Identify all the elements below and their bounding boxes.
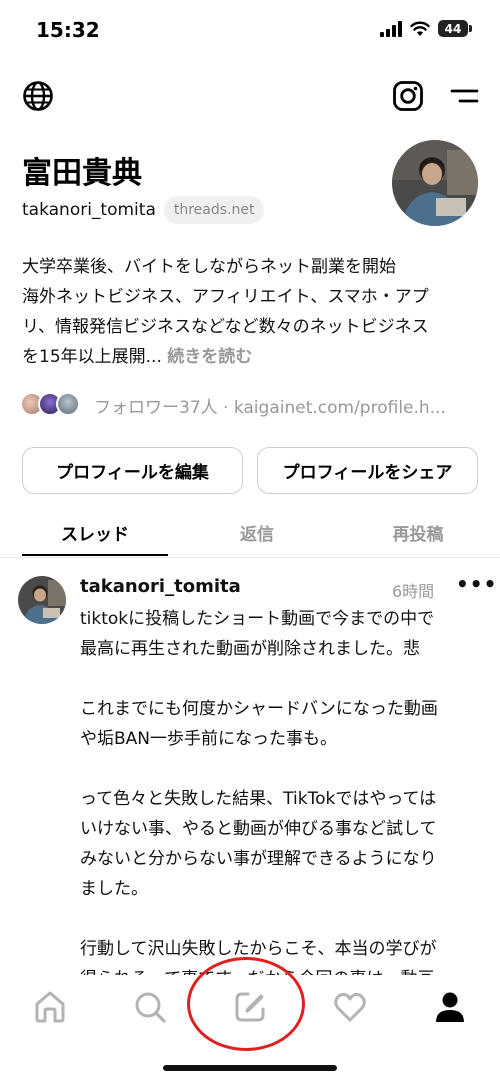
bio-line: 海外ネットビジネス、アフィリエイト、スマホ・アプ bbox=[22, 287, 429, 307]
post-paragraph: 行動して沢山失敗したからこそ、本当の学びが 得られるって事です。だから今回の事は… bbox=[80, 934, 480, 975]
home-indicator bbox=[163, 1065, 337, 1071]
signal-icon bbox=[380, 20, 402, 37]
tab-reposts[interactable]: 再投稿 bbox=[345, 520, 491, 545]
post-line: ました。 bbox=[80, 879, 148, 899]
menu-icon[interactable] bbox=[450, 80, 480, 112]
post-line: や垢BAN一歩手前になった事も。 bbox=[80, 729, 338, 749]
post-line: いけない事、やると動画が伸びる事など試して bbox=[80, 819, 437, 839]
status-bar: 15:32 44 bbox=[0, 0, 500, 60]
globe-icon[interactable] bbox=[22, 80, 54, 112]
top-nav bbox=[0, 78, 500, 118]
post-paragraph: これまでにも何度かシャードバンになった動画 や垢BAN一歩手前になった事も。 bbox=[80, 694, 480, 754]
tab-replies[interactable]: 返信 bbox=[184, 520, 330, 545]
post-line: 最高に再生された動画が削除されました。悲 bbox=[80, 639, 420, 659]
profile-avatar[interactable] bbox=[392, 140, 478, 226]
profile-bio: 大学卒業後、バイトをしながらネット副業を開始 海外ネットビジネス、アフィリエイト… bbox=[22, 252, 482, 372]
active-tab-indicator bbox=[22, 554, 168, 556]
post-line: みないと分からない事が理解できるようになり bbox=[80, 849, 437, 869]
bio-line: 大学卒業後、バイトをしながらネット副業を開始 bbox=[22, 257, 396, 277]
bio-line-text: を15年以上展開... bbox=[22, 347, 162, 367]
instagram-icon[interactable] bbox=[392, 80, 424, 112]
domain-badge[interactable]: threads.net bbox=[163, 196, 265, 224]
followers-row[interactable]: フォロワー37人 · kaigainet.com/profile.h... bbox=[20, 392, 446, 418]
share-profile-button[interactable]: プロフィールをシェア bbox=[257, 447, 478, 494]
follower-avatar bbox=[56, 392, 80, 416]
bio-line: リ、情報発信ビジネスなどなど数々のネットビジネス bbox=[22, 317, 429, 337]
avatar-photo bbox=[392, 140, 478, 226]
post-paragraph: tiktokに投稿したショート動画で今までの中で 最高に再生された動画が削除され… bbox=[80, 604, 480, 664]
post-username[interactable]: takanori_tomita bbox=[80, 576, 241, 597]
search-icon[interactable] bbox=[132, 989, 168, 1025]
post-line: これまでにも何度かシャードバンになった動画 bbox=[80, 699, 438, 719]
avatar-photo bbox=[18, 576, 66, 624]
post-line: 得られるって事です。だから今回の事は、動画 bbox=[80, 964, 480, 975]
wifi-icon bbox=[410, 21, 430, 36]
follower-avatars bbox=[20, 392, 84, 418]
more-options-icon[interactable]: ••• bbox=[456, 572, 497, 596]
post-avatar[interactable] bbox=[18, 576, 66, 624]
tab-threads[interactable]: スレッド bbox=[22, 520, 168, 545]
post-line: 行動して沢山失敗したからこそ、本当の学びが bbox=[80, 939, 437, 959]
bottom-nav bbox=[0, 975, 500, 1035]
read-more-link[interactable]: 続きを読む bbox=[167, 347, 252, 367]
profile-name: 富田貴典 bbox=[22, 156, 142, 191]
status-time: 15:32 bbox=[36, 18, 100, 42]
bio-line-last: を15年以上展開... 続きを読む bbox=[22, 342, 482, 372]
profile-icon[interactable] bbox=[432, 989, 468, 1025]
followers-text[interactable]: フォロワー37人 · kaigainet.com/profile.h... bbox=[94, 393, 446, 418]
post-body: tiktokに投稿したショート動画で今までの中で 最高に再生された動画が削除され… bbox=[80, 604, 480, 975]
post-line: tiktokに投稿したショート動画で今までの中で bbox=[80, 609, 435, 629]
home-icon[interactable] bbox=[32, 989, 68, 1025]
status-icons: 44 bbox=[380, 20, 472, 37]
compose-icon[interactable] bbox=[232, 989, 268, 1025]
battery-level: 44 bbox=[438, 20, 468, 37]
profile-handle: takanori_tomita bbox=[22, 200, 156, 220]
battery-icon: 44 bbox=[438, 20, 472, 37]
edit-profile-button[interactable]: プロフィールを編集 bbox=[22, 447, 243, 494]
post-time: 6時間 bbox=[392, 582, 435, 601]
thread-post[interactable]: takanori_tomita 6時間 ••• tiktokに投稿したショート動… bbox=[0, 570, 500, 975]
post-paragraph: って色々と失敗した結果、TikTokではやっては いけない事、やると動画が伸びる… bbox=[80, 784, 480, 904]
heart-icon[interactable] bbox=[332, 989, 368, 1025]
handle-row: takanori_tomita threads.net bbox=[22, 196, 265, 224]
profile-tabs: スレッド 返信 再投稿 bbox=[0, 510, 500, 558]
post-line: って色々と失敗した結果、TikTokではやっては bbox=[80, 789, 437, 809]
